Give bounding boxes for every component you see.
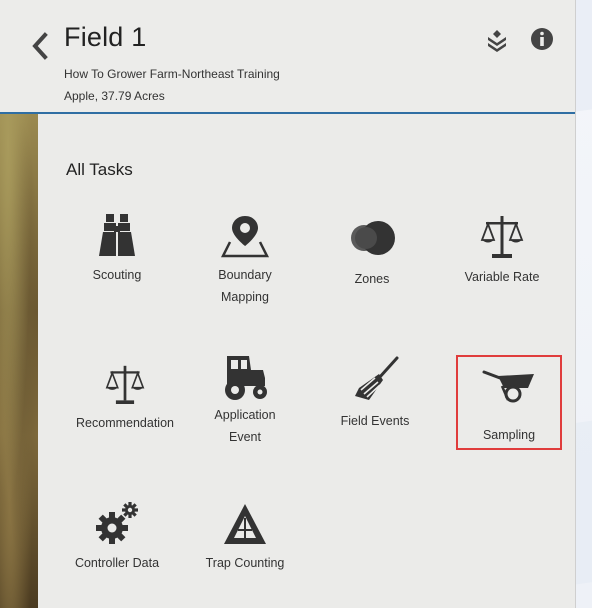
- chevron-left-icon: [32, 32, 48, 60]
- field-header: Field 1 How To Grower Farm-Northeast Tra…: [0, 0, 575, 114]
- info-button[interactable]: [530, 27, 554, 51]
- task-label: Variable Rate: [464, 270, 540, 284]
- info-icon: [531, 28, 553, 50]
- farm-name: How To Grower Farm-Northeast Training: [64, 67, 280, 81]
- task-scouting[interactable]: Scouting: [62, 212, 172, 286]
- sampling-highlight: [456, 355, 562, 450]
- trap-icon: [224, 504, 266, 544]
- task-variable-rate[interactable]: Variable Rate: [447, 212, 557, 288]
- crop-acreage: Apple, 37.79 Acres: [64, 89, 165, 103]
- task-field-events[interactable]: Field Events: [320, 356, 430, 432]
- spatula-icon: [355, 356, 399, 400]
- section-title: All Tasks: [66, 160, 133, 179]
- task-label: Boundary Mapping: [218, 268, 272, 304]
- field-photo-strip: [0, 114, 38, 608]
- zones-icon: [351, 221, 395, 255]
- gears-icon: [96, 502, 138, 544]
- layers-button[interactable]: [484, 27, 510, 53]
- task-label: Trap Counting: [205, 556, 285, 570]
- task-label: Field Events: [340, 414, 410, 428]
- task-application-event[interactable]: Application Event: [190, 352, 300, 448]
- task-zones[interactable]: Zones: [317, 218, 427, 290]
- page-title: Field 1: [64, 22, 147, 52]
- task-label: Controller Data: [74, 556, 160, 570]
- tractor-icon: [225, 356, 267, 400]
- scale-icon: [105, 365, 145, 404]
- task-recommendation[interactable]: Recommendation: [70, 362, 180, 434]
- map-pin-icon: [220, 216, 270, 258]
- task-controller-data[interactable]: Controller Data: [62, 500, 172, 574]
- back-button[interactable]: [30, 32, 50, 60]
- task-label: Application Event: [214, 408, 276, 444]
- task-label: Zones: [354, 272, 390, 286]
- task-boundary-mapping[interactable]: Boundary Mapping: [190, 214, 300, 308]
- task-trap-counting[interactable]: Trap Counting: [190, 502, 300, 574]
- task-label: Scouting: [92, 268, 142, 282]
- scale-icon: [480, 216, 524, 258]
- field-task-panel: Field 1 How To Grower Farm-Northeast Tra…: [0, 0, 575, 608]
- task-label: Recommendation: [76, 416, 174, 430]
- layers-icon: [488, 30, 506, 52]
- binoculars-icon: [99, 214, 135, 256]
